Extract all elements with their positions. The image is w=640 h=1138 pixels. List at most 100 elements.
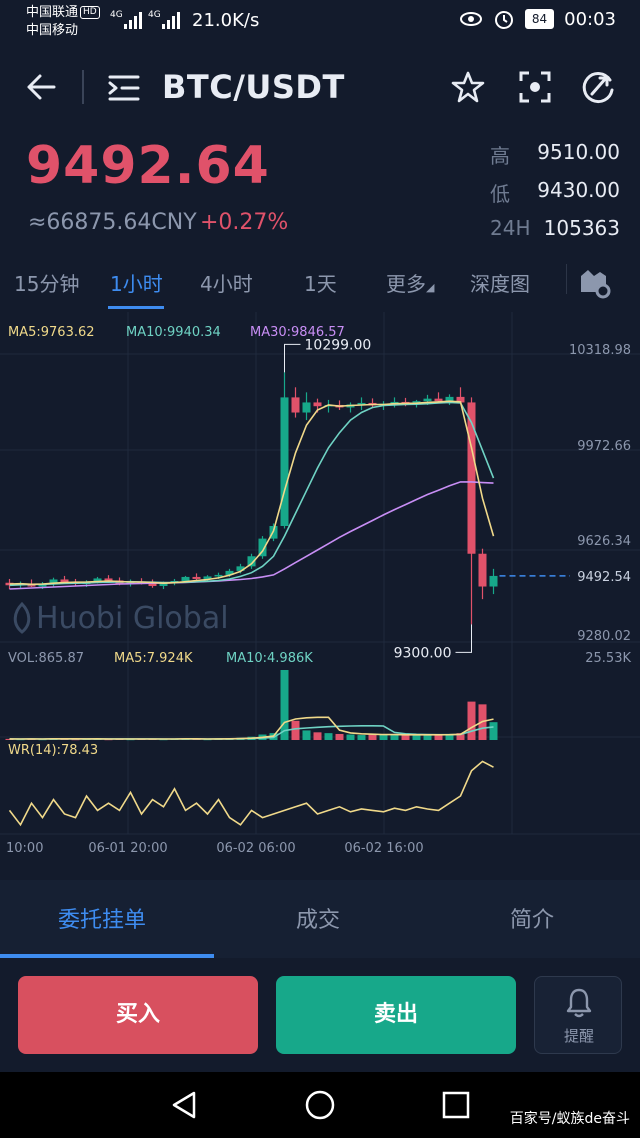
- active-tab-indicator: [108, 306, 164, 309]
- eye-icon: [459, 12, 482, 26]
- tab-15m[interactable]: 15分钟: [14, 268, 79, 297]
- stats-panel: 高 9510.00 低 9430.00 24H 105363: [490, 140, 620, 254]
- battery-level: 84: [524, 9, 555, 29]
- alarm-icon: [494, 11, 513, 29]
- bell-icon: [566, 988, 592, 1018]
- candle-body: [467, 402, 476, 554]
- high-marker: 10299.00: [284, 337, 372, 373]
- buy-button[interactable]: 买入: [18, 976, 258, 1054]
- candle-body: [291, 397, 300, 413]
- candle-body: [192, 576, 201, 579]
- alert-button[interactable]: 提醒: [534, 976, 622, 1054]
- interval-tabs: 15分钟 1小时 4小时 1天 更多◢ 深度图: [0, 258, 640, 310]
- nav-home-icon[interactable]: [304, 1089, 336, 1121]
- tab-4h[interactable]: 4小时: [200, 268, 253, 297]
- share-icon[interactable]: [580, 70, 616, 106]
- wr-label: WR(14):78.43: [8, 743, 98, 758]
- volume-bar: [412, 735, 421, 740]
- signal-2-icon: [162, 12, 180, 29]
- vol24-label: 24H: [490, 216, 531, 240]
- volume-ma-lines: [9, 716, 494, 740]
- low-marker: 9300.00: [394, 624, 472, 661]
- carrier-1: 中国联通: [26, 5, 79, 20]
- candle-body: [478, 553, 487, 587]
- back-arrow-icon[interactable]: [24, 72, 58, 102]
- high-label: 高: [490, 144, 510, 168]
- price-tick: 9626.34: [577, 534, 631, 549]
- volume-bar: [467, 701, 476, 740]
- status-bar: 中国联通 HD 中国移动 4G 4G 21.0K/s 84 00:03: [0, 0, 640, 44]
- ma5-label: MA5:9763.62: [8, 325, 95, 340]
- price-change: +0.27%: [200, 210, 289, 235]
- carrier-info: 中国联通 HD 中国移动: [26, 4, 100, 40]
- stat-24h: 24H 105363: [490, 216, 620, 254]
- last-price: 9492.64: [26, 136, 270, 196]
- volume-max-label: 25.53K: [585, 651, 631, 666]
- candle-body: [214, 574, 223, 577]
- source-watermark: 百家号/蚁族de奋斗: [509, 1111, 630, 1127]
- volume-bar: [401, 735, 410, 740]
- volume-bar: [335, 733, 344, 740]
- low-value: 9430.00: [537, 178, 620, 202]
- volume-label: VOL:865.87: [8, 651, 84, 666]
- huobi-logo-icon: [13, 601, 31, 634]
- tab-more[interactable]: 更多◢: [386, 268, 434, 297]
- hd-badge: HD: [80, 6, 100, 19]
- candle-body: [423, 398, 432, 402]
- kline-chart[interactable]: Huobi Global MA5:9763.62 MA10:9940.34 MA…: [0, 312, 640, 860]
- high-marker-label: 10299.00: [305, 337, 372, 353]
- clock: 00:03: [564, 8, 616, 30]
- tab-1h[interactable]: 1小时: [110, 268, 163, 297]
- volume-bar: [357, 735, 366, 740]
- wr-line-path: [8, 760, 494, 827]
- detail-tabs: 委托挂单 成交 简介: [0, 880, 640, 958]
- volume-bar: [302, 730, 311, 740]
- volume-bar: [368, 734, 377, 740]
- volume-bar: [291, 720, 300, 740]
- nav-back-icon[interactable]: [170, 1090, 198, 1120]
- volume-bars: [5, 670, 498, 741]
- stat-low: 低 9430.00: [490, 178, 620, 216]
- tab-1d[interactable]: 1天: [304, 268, 337, 297]
- time-tick: 06-02 06:00: [216, 841, 295, 856]
- stat-high: 高 9510.00: [490, 140, 620, 178]
- low-label: 低: [490, 182, 510, 206]
- candle-body: [280, 397, 289, 526]
- price-tick: 9280.02: [577, 629, 631, 644]
- candle-body: [104, 578, 113, 581]
- volume-bar: [346, 734, 355, 740]
- volume-ma5-line: [9, 716, 494, 740]
- tab-orders[interactable]: 委托挂单: [58, 902, 146, 934]
- time-tick: 10:00: [6, 841, 43, 856]
- menu-list-icon[interactable]: [108, 74, 140, 102]
- tab-separator: [566, 264, 567, 294]
- candle-body: [489, 575, 498, 587]
- star-icon[interactable]: [450, 70, 486, 104]
- volume-bar: [313, 732, 322, 740]
- cny-price: ≈66875.64CNY: [28, 210, 197, 235]
- candle-body: [302, 402, 311, 413]
- candle-body: [434, 398, 443, 402]
- tab-more-label: 更多: [386, 272, 426, 296]
- scan-icon[interactable]: [518, 70, 552, 104]
- volume-bar: [379, 734, 388, 740]
- net-speed: 21.0K/s: [192, 10, 260, 31]
- alert-label: 提醒: [563, 1027, 594, 1045]
- kline-chart-svg[interactable]: Huobi Global MA5:9763.62 MA10:9940.34 MA…: [0, 312, 640, 860]
- pair-title[interactable]: BTC/USDT: [162, 68, 345, 106]
- high-value: 9510.00: [537, 140, 620, 164]
- ma10-label: MA10:9940.34: [126, 325, 221, 340]
- tab-trades[interactable]: 成交: [296, 902, 340, 934]
- chart-settings-icon[interactable]: [578, 266, 612, 300]
- tab-depth[interactable]: 深度图: [470, 268, 530, 297]
- current-price-tag: 9492.54: [577, 570, 631, 585]
- caret-down-icon: ◢: [426, 281, 435, 294]
- nav-recents-icon[interactable]: [442, 1091, 470, 1119]
- system-nav-bar: 百家号/蚁族de奋斗: [0, 1072, 640, 1138]
- carrier-2: 中国移动: [26, 23, 79, 38]
- signal-1-icon: [124, 12, 142, 29]
- volume-ma5-label: MA5:7.924K: [114, 651, 193, 666]
- sell-button[interactable]: 卖出: [276, 976, 516, 1054]
- price-tick: 10318.98: [569, 343, 631, 358]
- tab-intro[interactable]: 简介: [510, 902, 554, 934]
